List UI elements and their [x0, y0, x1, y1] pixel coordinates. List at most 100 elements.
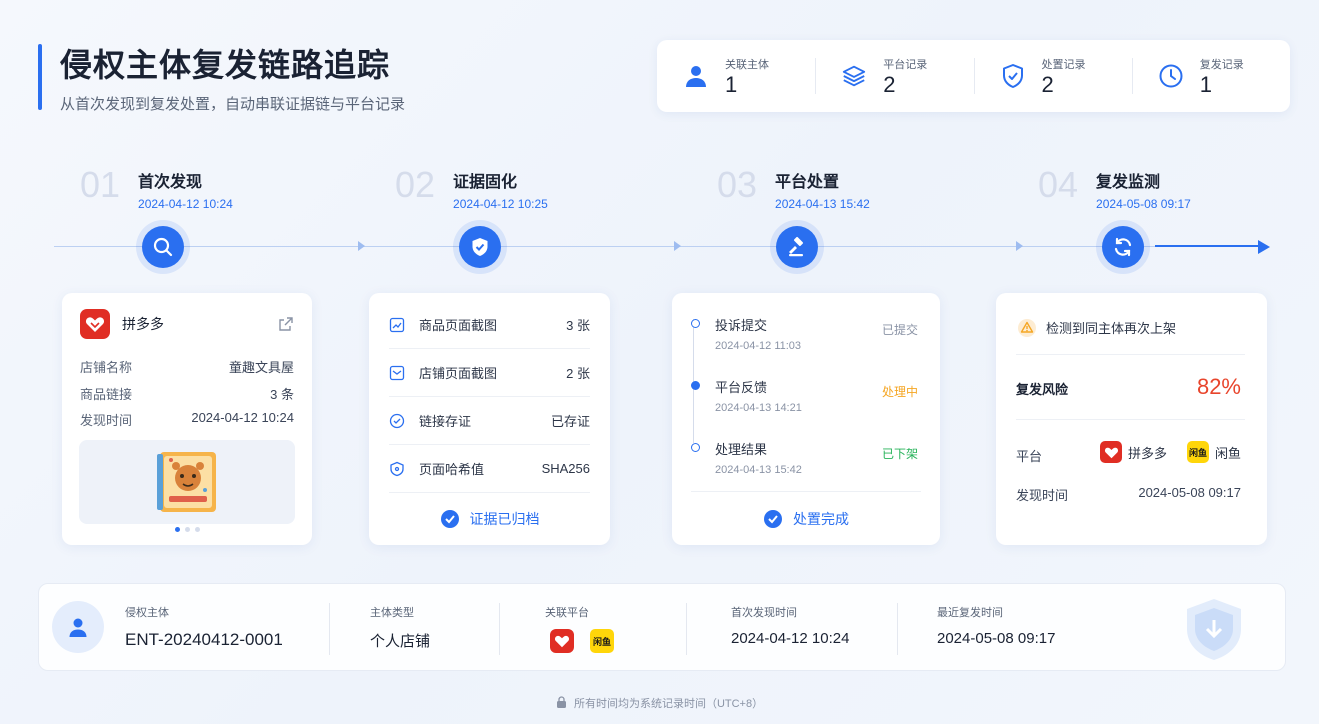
layers-icon [841, 63, 867, 89]
step-recurrence-monitor: 04 复发监测 2024-05-08 09:17 [1038, 165, 1191, 212]
link-proof-icon [389, 413, 405, 428]
timeline-dot [691, 443, 700, 452]
recurrence-alert-text: 检测到同主体再次上架 [1046, 321, 1177, 336]
related-platforms-label: 关联平台 [545, 607, 589, 619]
disposal-step-date: 2024-04-13 15:42 [715, 464, 802, 476]
check-circle-icon [440, 510, 459, 528]
evidence-archived-label: 证据已归档 [469, 511, 540, 527]
detail-row: 商品链接 3 条 [80, 384, 294, 403]
step-title: 复发监测 [1096, 174, 1161, 191]
image-icon [389, 317, 405, 332]
evidence-label: 商品页面截图 [419, 318, 498, 333]
detail-label: 商品链接 [80, 387, 133, 402]
recurrence-card: 检测到同主体再次上架 复发风险 82% 平台 拼多多 闲鱼 闲鱼 发现时间 20… [996, 293, 1267, 545]
stat-recurrence-records[interactable]: 复发记录 1 [1131, 40, 1290, 112]
product-image-carousel[interactable] [79, 440, 295, 524]
step-title: 首次发现 [138, 174, 203, 191]
step-first-discovery: 01 首次发现 2024-04-12 10:24 [80, 165, 233, 212]
risk-label: 复发风险 [1016, 382, 1069, 397]
divider [897, 603, 898, 655]
entity-summary-bar: 侵权主体 ENT-20240412-0001 主体类型 个人店铺 关联平台 闲鱼… [38, 583, 1286, 671]
hash-icon [390, 461, 404, 476]
last-recurrence-label: 最近复发时间 [937, 607, 1003, 619]
user-icon [69, 618, 87, 637]
search-icon[interactable] [142, 226, 184, 268]
step-number: 02 [395, 164, 436, 205]
detail-value: 3 条 [270, 387, 294, 402]
stat-label: 平台记录 [883, 59, 928, 71]
evidence-archived-status: 证据已归档 [369, 509, 610, 529]
disposal-complete-label: 处置完成 [793, 511, 849, 527]
first-discovery-value: 2024-04-12 10:24 [731, 630, 850, 647]
detail-label: 店铺名称 [80, 360, 133, 375]
disposal-step[interactable]: 平台反馈 2024-04-13 14:21 处理中 [691, 377, 918, 439]
shield-icon [1000, 63, 1026, 89]
shield-check-icon[interactable] [459, 226, 501, 268]
last-recurrence-value: 2024-05-08 09:17 [937, 630, 1056, 647]
entity-label: 侵权主体 [125, 607, 169, 619]
step-evidence: 02 证据固化 2024-04-12 10:25 [395, 164, 548, 212]
evidence-card: 商品页面截图 3 张 店铺页面截图 2 张 链接存证 已存证 页面哈希值 SHA256 … [369, 293, 610, 545]
platform-label: 平台 [1016, 449, 1043, 464]
divider [691, 491, 921, 492]
divider [1016, 354, 1245, 355]
timeline-dot [691, 381, 700, 390]
timeline-arrow-icon [674, 241, 681, 251]
step-date: 2024-05-08 09:17 [1096, 197, 1191, 211]
disposal-step[interactable]: 投诉提交 2024-04-12 11:03 已提交 [691, 315, 918, 377]
platform-pinduoduo[interactable]: 拼多多 [1100, 441, 1167, 463]
stat-value: 1 [725, 72, 738, 97]
entity-type-value: 个人店铺 [370, 633, 431, 650]
check-circle-icon [764, 510, 782, 528]
evidence-row[interactable]: 链接存证 已存证 [389, 397, 590, 445]
pinduoduo-logo-icon[interactable] [550, 629, 574, 653]
stat-value: 2 [1041, 72, 1054, 97]
stat-related-entity[interactable]: 关联主体 1 [657, 40, 815, 112]
evidence-value: 3 张 [566, 318, 590, 333]
evidence-row[interactable]: 页面哈希值 SHA256 [389, 445, 590, 493]
status-badge: 已提交 [881, 323, 918, 337]
footer-note: 所有时间均为系统记录时间（UTC+8） [0, 695, 1319, 711]
stat-label: 处置记录 [1041, 59, 1086, 71]
timeline-dot [691, 319, 700, 328]
step-title: 平台处置 [775, 174, 840, 191]
time-value: 2024-05-08 09:17 [1138, 485, 1241, 500]
status-badge: 处理中 [881, 385, 918, 399]
evidence-row[interactable]: 店铺页面截图 2 张 [389, 349, 590, 397]
step-number: 03 [717, 164, 758, 205]
entity-type-label: 主体类型 [370, 607, 414, 619]
user-icon [683, 63, 709, 89]
risk-value: 82% [1196, 374, 1241, 399]
divider [686, 603, 687, 655]
store-icon [389, 365, 405, 380]
platform-xianyu[interactable]: 闲鱼 闲鱼 [1187, 441, 1241, 463]
status-badge: 已下架 [881, 447, 918, 461]
gavel-icon[interactable] [776, 226, 818, 268]
evidence-value: 2 张 [566, 366, 590, 381]
page-title: 侵权主体复发链路追踪 [60, 47, 391, 83]
product-image [157, 452, 216, 512]
avatar [52, 601, 104, 653]
timeline-end-arrow-icon [1258, 240, 1270, 254]
refresh-icon[interactable] [1102, 226, 1144, 268]
carousel-dots[interactable] [175, 527, 200, 532]
stat-disposal-records[interactable]: 处置记录 2 [973, 40, 1132, 112]
evidence-row[interactable]: 商品页面截图 3 张 [389, 301, 590, 349]
xianyu-logo-icon[interactable]: 闲鱼 [590, 629, 614, 653]
external-link-icon[interactable] [278, 316, 294, 337]
detail-value: 童趣文具屋 [228, 360, 294, 375]
evidence-label: 链接存证 [419, 414, 472, 429]
evidence-value: 已存证 [550, 414, 590, 429]
platform-name: 拼多多 [122, 316, 164, 332]
timeline-line-active [1155, 245, 1265, 247]
evidence-value: SHA256 [541, 461, 590, 476]
stat-label: 复发记录 [1199, 59, 1244, 71]
step-title: 证据固化 [453, 174, 518, 191]
divider [499, 603, 500, 655]
disposal-complete-status: 处置完成 [672, 509, 940, 529]
stat-platform-records[interactable]: 平台记录 2 [815, 40, 973, 112]
timeline-line [54, 246, 1164, 247]
stat-value: 2 [883, 72, 896, 97]
detail-row: 发现时间 2024-04-12 10:24 [80, 410, 294, 429]
summary-stats: 关联主体 1 平台记录 2 处置记录 2 复发记录 1 [657, 40, 1290, 112]
